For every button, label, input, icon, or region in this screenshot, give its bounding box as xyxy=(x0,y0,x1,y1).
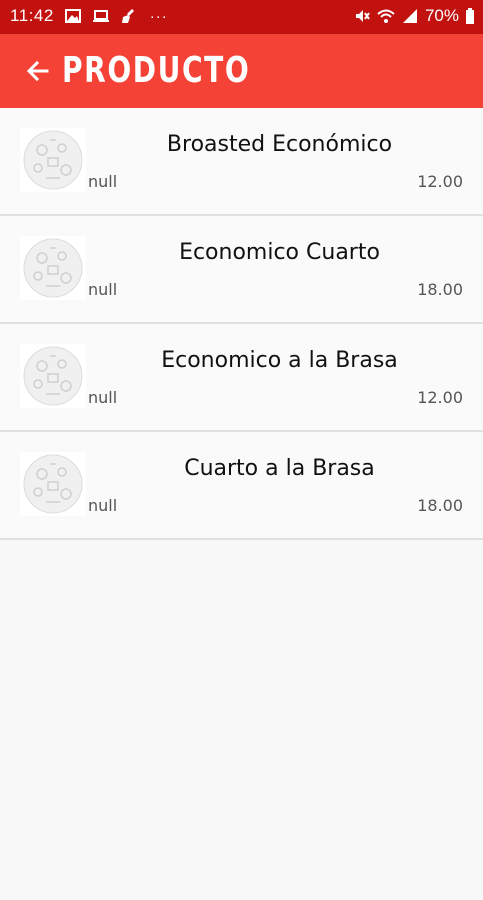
product-image-placeholder xyxy=(20,344,86,408)
product-price: 18.00 xyxy=(417,496,463,515)
battery-percentage: 70% xyxy=(424,6,459,25)
product-list-item[interactable]: Cuarto a la Brasa null 18.00 xyxy=(0,432,483,540)
product-price: 12.00 xyxy=(417,388,463,407)
status-bar-left: 11:42 ··· xyxy=(10,6,168,26)
product-image-placeholder xyxy=(20,128,86,192)
mute-icon xyxy=(353,7,371,25)
status-bar: 11:42 ··· 70% xyxy=(0,0,483,34)
product-name: Economico Cuarto xyxy=(179,240,380,265)
broom-icon xyxy=(120,7,138,25)
page-title: PRODUCTO xyxy=(62,50,251,91)
product-price: 12.00 xyxy=(417,172,463,191)
product-price: 18.00 xyxy=(417,280,463,299)
product-list-item[interactable]: Broasted Económico null 12.00 xyxy=(0,108,483,216)
wifi-icon xyxy=(377,7,395,25)
app-bar: PRODUCTO xyxy=(0,34,483,108)
image-icon xyxy=(64,7,82,25)
product-name: Economico a la Brasa xyxy=(161,348,398,373)
status-time: 11:42 xyxy=(10,6,54,25)
product-description: null xyxy=(88,388,118,407)
product-list: Broasted Económico null 12.00 Economico … xyxy=(0,108,483,540)
product-image-placeholder xyxy=(20,452,86,516)
product-name: Cuarto a la Brasa xyxy=(184,456,375,481)
product-description: null xyxy=(88,496,118,515)
laptop-icon xyxy=(92,7,110,25)
product-list-item[interactable]: Economico Cuarto null 18.00 xyxy=(0,216,483,324)
product-image-placeholder xyxy=(20,236,86,300)
product-description: null xyxy=(88,172,118,191)
product-list-item[interactable]: Economico a la Brasa null 12.00 xyxy=(0,324,483,432)
battery-icon xyxy=(465,7,475,25)
status-bar-right: 70% xyxy=(353,6,475,26)
back-button[interactable] xyxy=(18,51,58,91)
signal-icon xyxy=(401,7,419,25)
arrow-left-icon xyxy=(26,60,49,82)
product-description: null xyxy=(88,280,118,299)
product-name: Broasted Económico xyxy=(166,132,393,157)
more-notifications-indicator: ··· xyxy=(149,7,168,25)
